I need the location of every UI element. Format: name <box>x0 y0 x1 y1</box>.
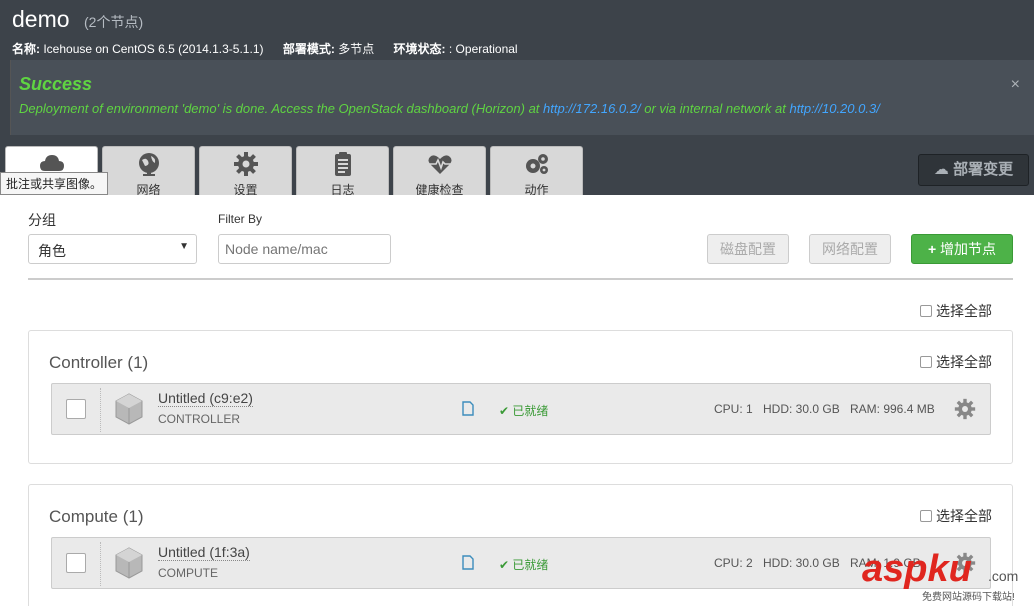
node-cpu: CPU: 1 <box>714 402 753 416</box>
node-checkbox[interactable] <box>66 553 86 573</box>
node-row[interactable]: Untitled (c9:e2) CONTROLLER ✔ 已就绪 CPU: 1… <box>51 383 991 435</box>
divider <box>100 542 101 586</box>
select-all-label: 选择全部 <box>936 354 992 370</box>
watermark-subtitle: 免费网站源码下载站! <box>922 592 1015 603</box>
watermark-logo: aspku .com 免费网站源码下载站! <box>862 548 1032 604</box>
mode-label: 部署模式: <box>282 42 335 56</box>
tab-health-check[interactable]: 健康检查 <box>393 146 486 197</box>
divider <box>100 388 101 432</box>
node-group-controller: Controller (1) 选择全部 Untitled (c9:e2) CON… <box>28 330 1013 464</box>
checkbox-icon <box>920 356 932 368</box>
tab-settings[interactable]: 设置 <box>199 146 292 197</box>
network-config-button[interactable]: 网络配置 <box>809 234 891 264</box>
divider <box>28 278 1013 280</box>
name-label: 名称: <box>12 42 40 56</box>
disk-config-button[interactable]: 磁盘配置 <box>707 234 789 264</box>
alert-message: Deployment of environment 'demo' is done… <box>19 101 1026 116</box>
node-hdd: HDD: 30.0 GB <box>763 402 840 416</box>
cloud-upload-icon: ☁ <box>933 161 949 178</box>
alert-title: Success <box>19 74 93 94</box>
watermark-brand: aspku <box>862 548 972 590</box>
group-by-select[interactable]: 角色 ▼ <box>28 234 197 264</box>
check-icon: ✔ <box>499 558 513 572</box>
environment-meta: 名称: Icehouse on CentOS 6.5 (2014.1.3-5.1… <box>12 40 534 57</box>
cogs-icon <box>525 154 548 174</box>
check-icon: ✔ <box>499 404 513 418</box>
server-box-icon <box>115 547 143 579</box>
tooltip: 批注或共享图像。 <box>0 172 109 195</box>
success-alert: Success Deployment of environment 'demo'… <box>10 60 1034 135</box>
group-by-label: 分组 <box>28 212 56 228</box>
alert-text-a: Deployment of environment 'demo' is done… <box>19 101 544 116</box>
status-text: 已就绪 <box>512 558 549 572</box>
internal-link[interactable]: http://10.20.0.3/ <box>789 101 879 116</box>
group-by-value: 角色 <box>38 243 66 259</box>
watermark-suffix: .com <box>988 568 1019 584</box>
name-value: Icehouse on CentOS 6.5 (2014.1.3-5.1.1) <box>43 42 264 56</box>
filter-input[interactable] <box>218 234 391 264</box>
server-box-icon <box>115 393 143 425</box>
deploy-button-label: 部署变更 <box>953 161 1014 178</box>
select-all-label: 选择全部 <box>936 508 992 524</box>
deploy-changes-button[interactable]: ☁ 部署变更 <box>918 154 1029 186</box>
tab-actions[interactable]: 动作 <box>490 146 583 197</box>
node-checkbox[interactable] <box>66 399 86 419</box>
close-icon[interactable]: × <box>1011 76 1020 94</box>
node-ram: RAM: 996.4 MB <box>850 402 935 416</box>
add-node-label: 增加节点 <box>940 241 997 257</box>
node-status: ✔ 已就绪 <box>499 556 548 573</box>
gear-icon[interactable] <box>954 398 976 420</box>
node-row[interactable]: Untitled (1f:3a) COMPUTE ✔ 已就绪 CPU: 2 HD… <box>51 537 991 589</box>
group-title: Compute (1) <box>49 507 144 526</box>
select-all-label: 选择全部 <box>936 303 992 319</box>
add-node-button[interactable]: + 增加节点 <box>911 234 1013 264</box>
horizon-link[interactable]: http://172.16.0.2/ <box>543 101 641 116</box>
node-count: (2个节点) <box>84 14 144 30</box>
gear-icon <box>233 152 258 176</box>
alert-text-b: or via internal network at <box>640 101 790 116</box>
file-icon[interactable] <box>462 555 474 570</box>
environment-title: demo <box>12 6 70 32</box>
tab-logs[interactable]: 日志 <box>296 146 389 197</box>
group-title: Controller (1) <box>49 353 149 372</box>
node-hdd: HDD: 30.0 GB <box>763 556 840 570</box>
caret-down-icon: ▼ <box>179 241 189 252</box>
group-select-all-checkbox[interactable]: 选择全部 <box>920 506 992 526</box>
heartbeat-icon <box>428 155 451 174</box>
group-select-all-checkbox[interactable]: 选择全部 <box>920 352 992 372</box>
mode-value: 多节点 <box>338 42 375 56</box>
tab-network[interactable]: 网络 <box>102 146 195 197</box>
status-label: 环境状态: <box>393 42 446 56</box>
node-cpu: CPU: 2 <box>714 556 753 570</box>
status-value: : Operational <box>448 42 518 56</box>
node-name[interactable]: Untitled (1f:3a) <box>158 544 250 561</box>
status-text: 已就绪 <box>512 404 549 418</box>
globe-icon <box>138 153 159 176</box>
node-role: CONTROLLER <box>158 412 241 426</box>
node-role: COMPUTE <box>158 566 218 580</box>
checkbox-icon <box>920 510 932 522</box>
clipboard-icon <box>334 152 351 176</box>
node-name[interactable]: Untitled (c9:e2) <box>158 390 253 407</box>
node-status: ✔ 已就绪 <box>499 402 548 419</box>
checkbox-icon <box>920 305 932 317</box>
nodes-panel: 分组 角色 ▼ Filter By 磁盘配置 网络配置 + 增加节点 选择全部 … <box>0 195 1034 606</box>
file-icon[interactable] <box>462 401 474 416</box>
select-all-checkbox[interactable]: 选择全部 <box>920 301 992 321</box>
filter-label: Filter By <box>218 212 263 226</box>
plus-icon: + <box>927 241 937 257</box>
